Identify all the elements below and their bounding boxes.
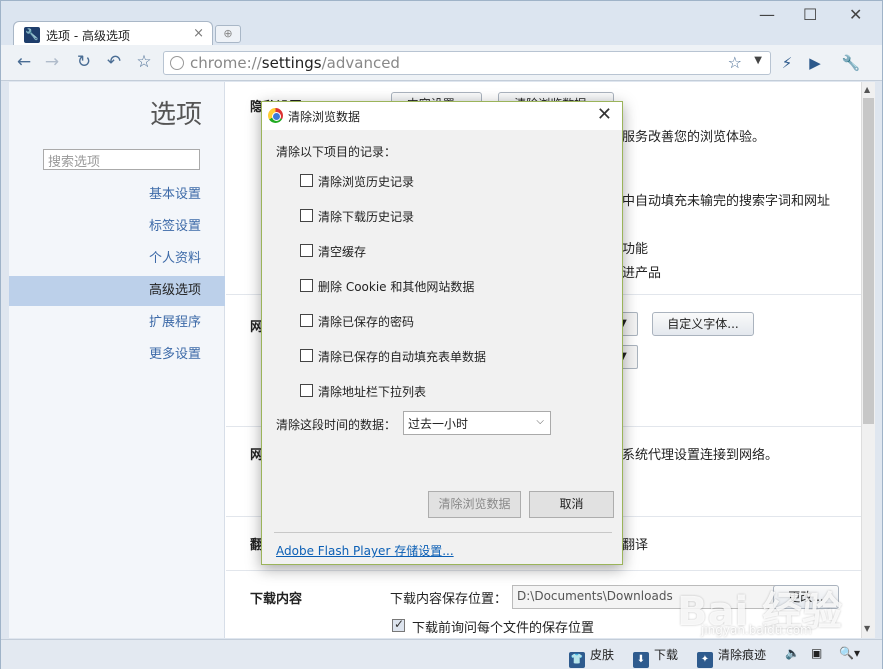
dialog-divider bbox=[274, 532, 612, 533]
sidebar-item-profile[interactable]: 个人资料 bbox=[9, 244, 225, 274]
scroll-down-icon[interactable]: ▼ bbox=[864, 624, 870, 633]
sidebar-item-advanced[interactable]: 高级选项 bbox=[9, 276, 225, 306]
dialog-title-bar: 清除浏览数据 ✕ bbox=[262, 102, 622, 130]
translate-text: 翻译 bbox=[622, 538, 649, 553]
wrench-icon: 🔧 bbox=[24, 27, 40, 43]
lightning-icon[interactable]: ⚡ bbox=[777, 53, 797, 73]
downloads-section-title: 下载内容 bbox=[250, 592, 303, 607]
tab-close-icon[interactable]: × bbox=[193, 26, 204, 41]
address-url: chrome://settings/advanced bbox=[190, 54, 400, 72]
bookmark-star-icon[interactable]: ☆ bbox=[133, 51, 155, 73]
scroll-thumb[interactable] bbox=[863, 98, 874, 424]
reload-icon[interactable]: ↻ bbox=[73, 51, 95, 73]
sidebar-item-more[interactable]: 更多设置 bbox=[9, 340, 225, 370]
page-scrollbar[interactable]: ▲ ▼ bbox=[861, 82, 875, 638]
undo-icon[interactable]: ↶ bbox=[103, 51, 125, 73]
scroll-up-icon[interactable]: ▲ bbox=[864, 85, 870, 94]
device-icon[interactable]: ▣ bbox=[811, 646, 822, 660]
privacy-text-1: 服务改善您的浏览体验。 bbox=[622, 130, 766, 145]
checkbox[interactable] bbox=[300, 209, 313, 222]
checkbox[interactable] bbox=[300, 349, 313, 362]
network-text: 系统代理设置连接到网络。 bbox=[622, 448, 779, 463]
skin-icon: 👕 bbox=[569, 652, 585, 668]
download-icon: ⬇ bbox=[633, 652, 649, 668]
maximize-button[interactable]: ☐ bbox=[803, 5, 817, 24]
custom-font-button[interactable]: 自定义字体... bbox=[652, 312, 754, 336]
search-input[interactable]: 搜索选项 bbox=[43, 149, 200, 170]
broom-icon: ✦ bbox=[697, 652, 713, 668]
clear-browsing-data-dialog: 清除浏览数据 ✕ 清除以下项目的记录： 清除浏览历史记录 清除下载历史记录 清空… bbox=[261, 101, 623, 565]
volume-icon[interactable]: 🔈 bbox=[785, 646, 800, 660]
time-range-label: 清除这段时间的数据： bbox=[276, 418, 397, 432]
privacy-text-2: 中自动填充未输完的搜索字词和网址 bbox=[622, 194, 831, 209]
dropdown-icon[interactable]: ▼ bbox=[754, 55, 762, 66]
privacy-text-4: 进产品 bbox=[622, 266, 662, 281]
title-bar: 🔧 选项 - 高级选项 × ⊕ — ☐ ✕ bbox=[1, 1, 882, 47]
close-window-button[interactable]: ✕ bbox=[849, 5, 862, 24]
ask-location-checkbox[interactable] bbox=[392, 617, 405, 632]
checkbox[interactable] bbox=[300, 244, 313, 257]
ask-location-label: 下载前询问每个文件的保存位置 bbox=[412, 621, 595, 636]
sidebar-item-basic[interactable]: 基本设置 bbox=[9, 180, 225, 210]
download-button[interactable]: ⬇ 下载 bbox=[633, 646, 678, 668]
checkbox[interactable] bbox=[300, 174, 313, 187]
star-icon[interactable]: ☆ bbox=[728, 53, 742, 72]
privacy-text-3: 功能 bbox=[622, 242, 649, 257]
time-range-select[interactable]: 过去一小时 ⌵ bbox=[403, 411, 551, 435]
forward-icon[interactable]: → bbox=[41, 51, 63, 73]
dialog-close-icon[interactable]: ✕ bbox=[597, 104, 612, 125]
checkbox[interactable] bbox=[300, 279, 313, 292]
tab-settings[interactable]: 🔧 选项 - 高级选项 × bbox=[13, 21, 213, 47]
dialog-title: 清除浏览数据 bbox=[288, 110, 361, 124]
checkbox[interactable] bbox=[300, 384, 313, 397]
new-tab-button[interactable]: ⊕ bbox=[215, 25, 241, 43]
cancel-button[interactable]: 取消 bbox=[529, 491, 614, 518]
skin-button[interactable]: 👕 皮肤 bbox=[569, 646, 614, 668]
clear-browsing-data-button[interactable]: 清除浏览数据 bbox=[428, 491, 521, 518]
chevron-down-icon: ⌵ bbox=[536, 416, 544, 427]
dialog-prompt: 清除以下项目的记录： bbox=[276, 145, 397, 159]
watermark-url: jingyan.baidu.com bbox=[701, 623, 812, 637]
flash-storage-settings-link[interactable]: Adobe Flash Player 存储设置... bbox=[276, 542, 454, 559]
globe-icon bbox=[170, 56, 184, 70]
chrome-logo-icon bbox=[268, 108, 283, 123]
toolbar: ← → ↻ ↶ ☆ chrome://settings/advanced ☆ ▼… bbox=[1, 45, 882, 81]
checkbox[interactable] bbox=[300, 314, 313, 327]
zoom-icon[interactable]: 🔍▾ bbox=[839, 646, 860, 660]
sidebar-item-extensions[interactable]: 扩展程序 bbox=[9, 308, 225, 338]
address-bar[interactable]: chrome://settings/advanced ☆ ▼ bbox=[163, 51, 771, 75]
back-icon[interactable]: ← bbox=[13, 51, 35, 73]
status-bar: 👕 皮肤 ⬇ 下载 ✦ 清除痕迹 🔈 ▣ 🔍▾ bbox=[1, 639, 882, 669]
play-icon[interactable]: ▶ bbox=[805, 53, 825, 73]
sidebar: 选项 搜索选项 基本设置 标签设置 个人资料 高级选项 扩展程序 更多设置 bbox=[9, 82, 225, 638]
divider bbox=[226, 570, 861, 571]
clear-traces-button[interactable]: ✦ 清除痕迹 bbox=[697, 646, 766, 668]
minimize-button[interactable]: — bbox=[759, 5, 775, 24]
browser-window: 🔧 选项 - 高级选项 × ⊕ — ☐ ✕ ← → ↻ ↶ ☆ chrome:/… bbox=[0, 0, 883, 669]
page-title: 选项 bbox=[149, 100, 202, 130]
wrench-menu-icon[interactable]: 🔧 bbox=[841, 53, 861, 73]
sidebar-item-tabs[interactable]: 标签设置 bbox=[9, 212, 225, 242]
download-location-label: 下载内容保存位置： bbox=[390, 592, 508, 607]
tab-title: 选项 - 高级选项 bbox=[46, 29, 130, 43]
